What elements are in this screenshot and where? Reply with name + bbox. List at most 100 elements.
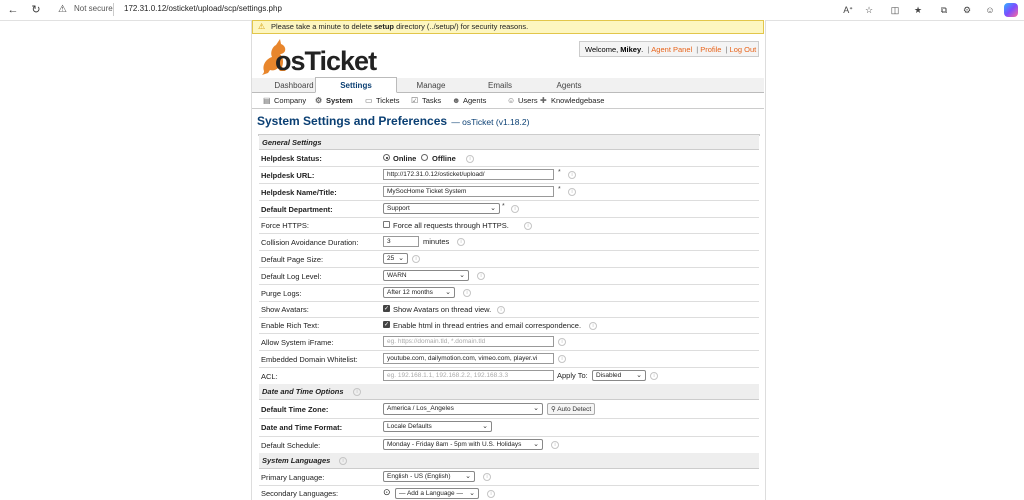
help-icon[interactable]: i (511, 205, 519, 213)
favorites-icon[interactable]: ★ (911, 3, 925, 17)
offline-radio[interactable] (421, 154, 428, 161)
select-value: Disabled (596, 372, 622, 379)
chevron-down-icon: ⌄ (482, 423, 488, 430)
help-icon[interactable]: i (353, 388, 361, 396)
select-value: — Add a Language — (399, 490, 463, 497)
show-avatars-checkbox[interactable] (383, 305, 390, 312)
address-bar[interactable]: 172.31.0.12/osticket/upload/scp/settings… (124, 4, 282, 13)
help-icon[interactable]: i (457, 238, 465, 246)
separator: | (696, 45, 699, 54)
help-icon[interactable]: i (551, 441, 559, 449)
auto-detect-button[interactable]: ⚲ Auto Detect (547, 403, 596, 415)
iframe-input[interactable]: eg. https://domain.tld, *.domain.tld (383, 336, 554, 347)
row-force-https: Force HTTPS: Force all requests through … (259, 217, 759, 234)
agent-panel-link[interactable]: Agent Panel (651, 45, 692, 54)
timezone-select[interactable]: America / Los_Angeles ⌄ (383, 403, 543, 415)
tab-manage[interactable]: Manage (391, 78, 471, 92)
field-label: Primary Language: (261, 473, 325, 482)
page-size-select[interactable]: 25 ⌄ (383, 253, 408, 264)
warning-icon: ⚠ (258, 22, 266, 31)
subnav-label: Tickets (376, 96, 400, 105)
collections-icon[interactable]: ⧉ (937, 3, 951, 17)
subnav-knowledgebase[interactable]: ✚ Knowledgebase (540, 95, 604, 107)
field-label: Collision Avoidance Duration: (261, 238, 359, 247)
select-value: WARN (387, 272, 407, 279)
favorite-star-icon[interactable]: ☆ (862, 3, 876, 17)
offline-label[interactable]: Offline (432, 154, 456, 163)
copilot-icon[interactable] (1004, 3, 1018, 17)
required-mark: * (558, 186, 561, 193)
online-label[interactable]: Online (393, 154, 416, 163)
subnav-users[interactable]: ☺ Users (507, 95, 538, 107)
whitelist-input[interactable]: youtube.com, dailymotion.com, vimeo.com,… (383, 353, 554, 364)
collision-input[interactable]: 3 (383, 236, 419, 247)
help-icon[interactable]: i (339, 457, 347, 465)
help-icon[interactable]: i (558, 338, 566, 346)
extensions-icon[interactable]: ⚙ (960, 3, 974, 17)
subnav-tickets[interactable]: ▭ Tickets (365, 95, 399, 107)
row-helpdesk-name: Helpdesk Name/Title: MySocHome Ticket Sy… (259, 183, 759, 201)
warning-triangle-icon[interactable]: ⚠ (58, 3, 67, 17)
help-icon[interactable]: i (650, 372, 658, 380)
page: ⚠ Please take a minute to delete setup di… (251, 20, 766, 500)
helpdesk-name-input[interactable]: MySocHome Ticket System (383, 186, 554, 197)
tab-emails[interactable]: Emails (460, 78, 540, 92)
subnav-company[interactable]: ▤ Company (263, 95, 306, 107)
primary-language-select[interactable]: English - US (English) ⌄ (383, 471, 475, 482)
row-purge-logs: Purge Logs: After 12 months ⌄ i (259, 284, 759, 302)
split-screen-icon[interactable]: ◫ (888, 3, 902, 17)
reload-icon[interactable]: ↻ (29, 3, 43, 17)
field-label: ACL: (261, 372, 278, 381)
tab-settings[interactable]: Settings (315, 77, 397, 93)
logout-link[interactable]: Log Out (730, 45, 757, 54)
field-label: Allow System iFrame: (261, 338, 334, 347)
minutes-label: minutes (423, 237, 450, 246)
tab-agents[interactable]: Agents (529, 78, 609, 92)
agents-icon: ☻ (452, 96, 461, 105)
schedule-select[interactable]: Monday - Friday 8am - 5pm with U.S. Holi… (383, 439, 543, 450)
helpdesk-url-input[interactable]: http://172.31.0.12/osticket/upload/ (383, 169, 554, 180)
force-https-checkbox[interactable] (383, 221, 390, 228)
help-icon[interactable]: i (466, 155, 474, 163)
help-icon[interactable]: i (568, 188, 576, 196)
banner-text: Please take a minute to delete (271, 22, 374, 31)
section-languages: System Languages i (259, 453, 759, 469)
rich-text-checkbox[interactable] (383, 321, 390, 328)
row-page-size: Default Page Size: 25 ⌄ i (259, 250, 759, 268)
apply-to-select[interactable]: Disabled ⌄ (592, 370, 646, 381)
chevron-down-icon: ⌄ (459, 272, 465, 279)
help-icon[interactable]: i (483, 473, 491, 481)
help-icon[interactable]: i (487, 490, 495, 498)
back-arrow-icon[interactable]: ← (6, 3, 20, 17)
log-level-select[interactable]: WARN ⌄ (383, 270, 469, 281)
online-radio[interactable] (383, 154, 390, 161)
help-icon[interactable]: i (524, 222, 532, 230)
help-icon[interactable]: i (589, 322, 597, 330)
subnav-system[interactable]: ⚙ System (315, 95, 353, 107)
profile-icon[interactable]: ☺ (983, 3, 997, 17)
help-icon[interactable]: i (568, 171, 576, 179)
field-label: Enable Rich Text: (261, 321, 320, 330)
read-aloud-icon[interactable]: Aᐩ (841, 3, 855, 17)
subnav-tasks[interactable]: ☑ Tasks (411, 95, 441, 107)
document-icon: ▤ (263, 96, 271, 105)
field-label: Secondary Languages: (261, 489, 339, 498)
logo[interactable]: osTicket (258, 37, 377, 76)
help-icon[interactable]: i (463, 289, 471, 297)
banner-bold: setup (373, 22, 394, 31)
profile-link[interactable]: Profile (700, 45, 721, 54)
help-icon[interactable]: i (558, 355, 566, 363)
help-icon[interactable]: i (477, 272, 485, 280)
format-select[interactable]: Locale Defaults ⌄ (383, 421, 492, 432)
subnav-agents[interactable]: ☻ Agents (452, 95, 486, 107)
help-icon[interactable]: i (412, 255, 420, 263)
add-circle-icon[interactable]: ⊙ (383, 487, 391, 498)
department-select[interactable]: Support ⌄ (383, 203, 500, 214)
purge-logs-select[interactable]: After 12 months ⌄ (383, 287, 455, 298)
acl-input[interactable]: eg. 192.168.1.1, 192.168.2.2, 192.168.3.… (383, 370, 554, 381)
help-icon[interactable]: i (497, 306, 505, 314)
secondary-language-select[interactable]: — Add a Language — ⌄ (395, 488, 479, 499)
subnav-label: System (326, 96, 353, 105)
section-datetime: Date and Time Options i (259, 384, 759, 400)
not-secure-label[interactable]: Not secure (74, 4, 113, 13)
